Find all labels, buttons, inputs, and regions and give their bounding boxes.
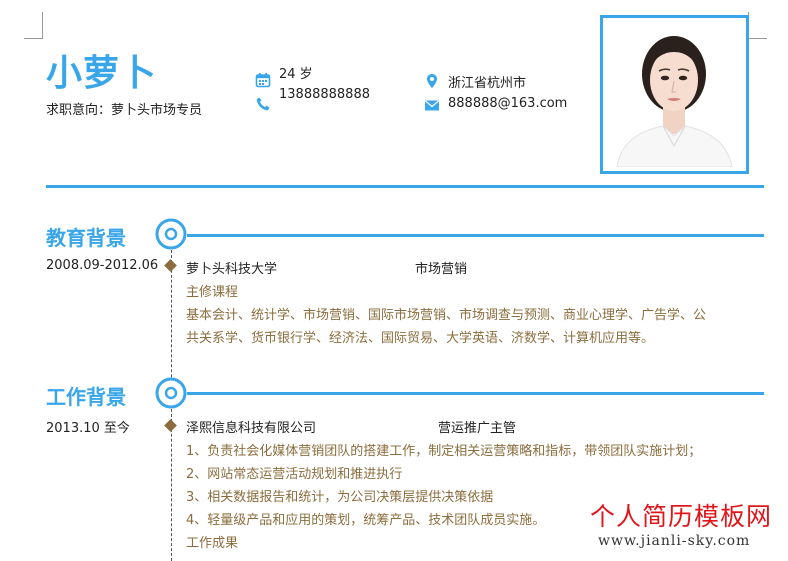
education-details: 主修课程 基本会计、统计学、市场营销、国际市场营销、市场调查与预测、商业心理学、… xyxy=(186,281,761,350)
section-title-work: 工作背景 xyxy=(46,385,126,409)
section-divider-education xyxy=(187,234,764,237)
courses-line: 共关系学、货币银行学、经济法、国际贸易、大学英语、济数学、计算机应用等。 xyxy=(186,331,655,346)
location-pin-icon xyxy=(424,73,440,89)
timeline-diamond-icon xyxy=(164,419,177,432)
candidate-name: 小萝卜 xyxy=(46,53,158,94)
job-intent: 求职意向：萝卜头市场专员 xyxy=(46,103,203,118)
watermark-url: www.jianli-sky.com xyxy=(598,533,751,549)
age-text: 24 岁 xyxy=(279,67,313,82)
section-divider-work xyxy=(187,392,764,395)
education-school: 萝卜头科技大学 xyxy=(186,262,278,277)
phone-icon xyxy=(255,96,271,112)
work-date: 2013.10 至今 xyxy=(46,421,130,436)
duty-item: 1、负责社会化媒体营销团队的搭建工作，制定相关运营策略和指标，带领团队实施计划； xyxy=(186,444,702,459)
email-text: 888888@163.com xyxy=(448,96,568,111)
location-text: 浙江省杭州市 xyxy=(448,76,527,91)
education-major: 市场营销 xyxy=(415,262,468,277)
courses-line: 基本会计、统计学、市场营销、国际市场营销、市场调查与预测、商业心理学、广告学、公 xyxy=(186,308,707,323)
work-position: 营运推广主管 xyxy=(438,421,517,436)
envelope-icon xyxy=(424,97,440,113)
crop-mark-top-left xyxy=(24,12,43,39)
courses-label: 主修课程 xyxy=(186,285,239,300)
crop-mark-top-right xyxy=(748,12,767,39)
section-title-education: 教育背景 xyxy=(46,226,126,250)
work-company: 泽熙信息科技有限公司 xyxy=(186,421,317,436)
timeline-diamond-icon xyxy=(164,259,177,272)
timeline-node-icon xyxy=(155,377,187,413)
profile-photo xyxy=(600,15,749,174)
duty-item: 2、网站常态运营活动规划和推进执行 xyxy=(186,467,403,482)
timeline-node-icon xyxy=(155,218,187,254)
education-date: 2008.09-2012.06 xyxy=(46,258,159,273)
header-divider xyxy=(46,185,764,188)
phone-text: 13888888888 xyxy=(279,87,370,102)
calendar-icon xyxy=(255,72,271,88)
watermark-title: 个人简历模板网 xyxy=(590,502,773,531)
